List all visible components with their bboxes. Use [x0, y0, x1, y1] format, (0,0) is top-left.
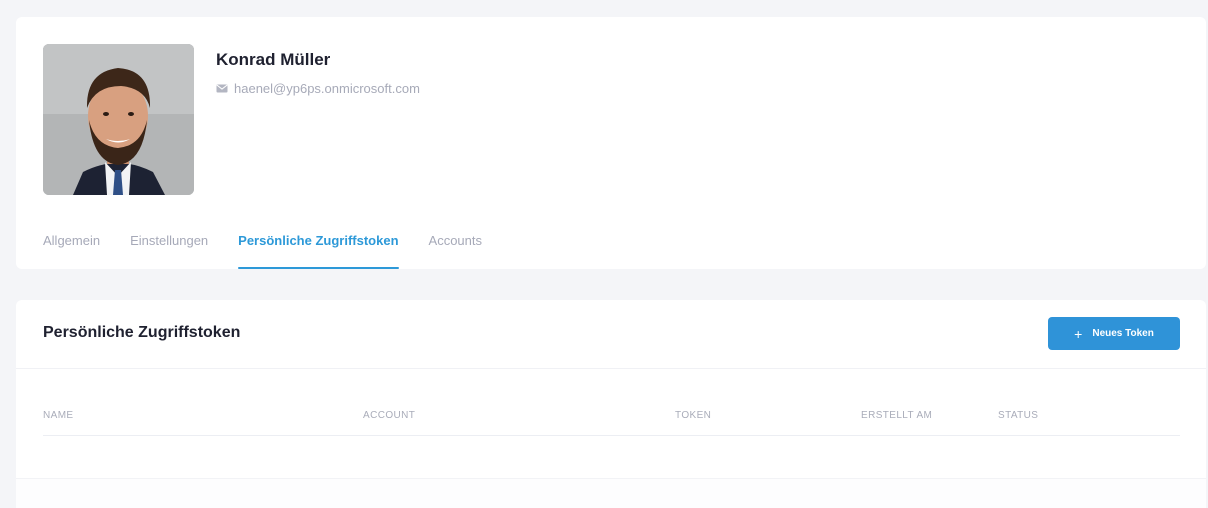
tokens-title: Persönliche Zugriffstoken: [43, 324, 241, 341]
column-header-status[interactable]: Status: [998, 410, 1038, 421]
mail-icon: [216, 84, 228, 93]
plus-icon: +: [1074, 325, 1083, 342]
profile-page: Konrad Müller haenel@yp6ps.onmicrosoft.c…: [0, 0, 1208, 508]
profile-tabs: Allgemein Einstellungen Persönliche Zugr…: [43, 231, 512, 269]
column-header-name[interactable]: Name: [43, 410, 74, 421]
avatar: [43, 44, 194, 195]
profile-name: Konrad Müller: [216, 50, 331, 69]
card-divider: [16, 368, 1206, 369]
column-header-token[interactable]: Token: [675, 410, 711, 421]
tab-allgemein[interactable]: Allgemein: [43, 231, 100, 269]
avatar-photo: [43, 44, 194, 195]
column-header-account[interactable]: Account: [363, 410, 415, 421]
profile-card: Konrad Müller haenel@yp6ps.onmicrosoft.c…: [16, 17, 1206, 269]
tab-accounts[interactable]: Accounts: [429, 231, 482, 269]
column-header-created[interactable]: Erstellt am: [861, 410, 932, 421]
tokens-card: Persönliche Zugriffstoken + Neues Token …: [16, 300, 1206, 508]
profile-email-text: haenel@yp6ps.onmicrosoft.com: [234, 81, 420, 96]
table-footer: [16, 478, 1206, 508]
tokens-table-header: Name Account Token Erstellt am Status: [43, 408, 1180, 436]
tokens-table-body: [43, 437, 1180, 477]
new-token-button[interactable]: + Neues Token: [1048, 317, 1180, 350]
new-token-label: Neues Token: [1092, 328, 1154, 339]
tab-einstellungen[interactable]: Einstellungen: [130, 231, 208, 269]
tab-persoenliche-zugriffstoken[interactable]: Persönliche Zugriffstoken: [238, 231, 399, 269]
profile-email: haenel@yp6ps.onmicrosoft.com: [216, 81, 420, 96]
